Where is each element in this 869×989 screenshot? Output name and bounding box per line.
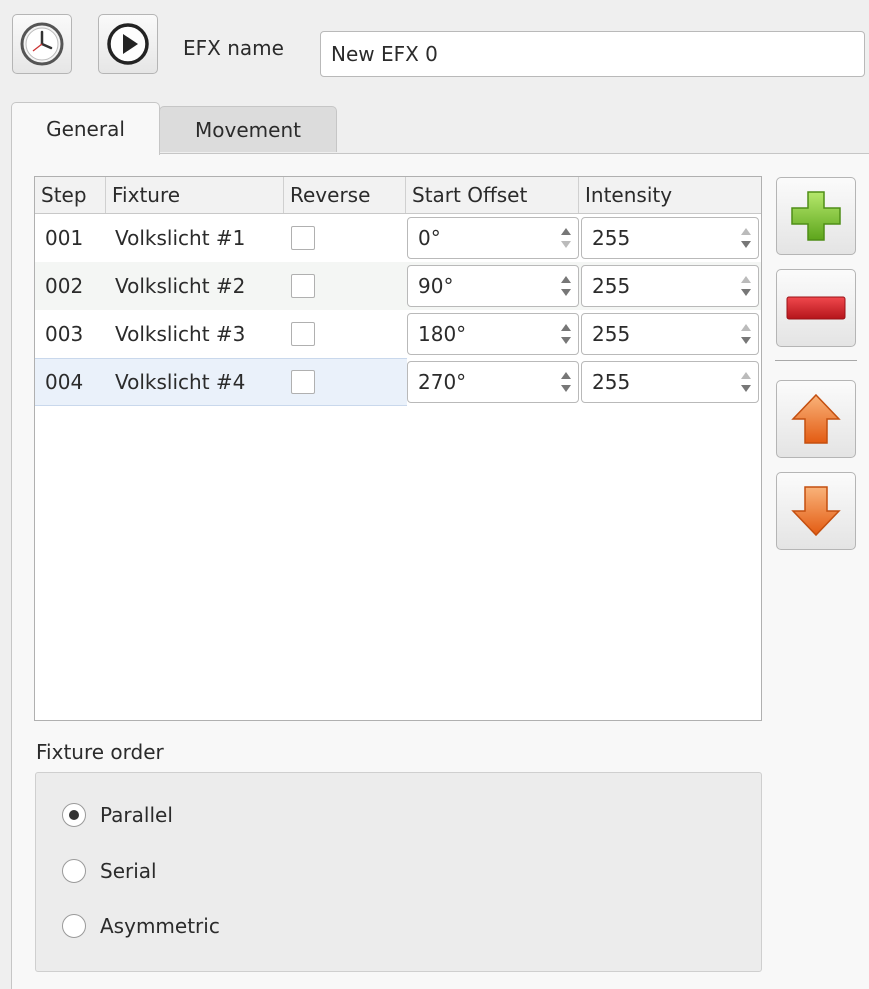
tab-movement-label: Movement <box>195 117 301 142</box>
start-offset-spinbox[interactable]: 0° <box>407 217 579 259</box>
spin-arrows-icon[interactable] <box>738 222 754 254</box>
radio-serial-label: Serial <box>100 859 157 883</box>
arrow-down-icon <box>791 486 841 537</box>
test-play-button[interactable] <box>98 14 158 74</box>
add-fixture-button[interactable] <box>776 177 856 255</box>
clock-icon <box>20 22 64 66</box>
column-header-step[interactable]: Step <box>35 177 106 213</box>
fixture-cell: Volkslicht #4 <box>115 370 246 394</box>
radio-parallel-button[interactable] <box>62 803 86 827</box>
spin-arrows-icon[interactable] <box>738 366 754 398</box>
intensity-value: 255 <box>592 274 631 298</box>
fixture-cell: Volkslicht #3 <box>115 322 246 346</box>
start-offset-value: 270° <box>418 370 467 394</box>
fixture-order-group: Parallel Serial Asymmetric <box>35 772 762 972</box>
spin-arrows-icon[interactable] <box>558 318 574 350</box>
play-icon <box>107 23 149 65</box>
step-cell: 002 <box>45 274 84 298</box>
radio-serial-button[interactable] <box>62 859 86 883</box>
reverse-checkbox[interactable] <box>291 322 315 346</box>
spin-arrows-icon[interactable] <box>558 366 574 398</box>
radio-parallel-label: Parallel <box>100 803 173 827</box>
step-cell: 003 <box>45 322 84 346</box>
intensity-spinbox[interactable]: 255 <box>581 217 759 259</box>
fixture-cell: Volkslicht #2 <box>115 274 246 298</box>
column-header-fixture[interactable]: Fixture <box>106 177 284 213</box>
step-cell: 004 <box>45 370 84 394</box>
intensity-spinbox[interactable]: 255 <box>581 313 759 355</box>
move-up-button[interactable] <box>776 380 856 458</box>
start-offset-value: 180° <box>418 322 467 346</box>
radio-selected-dot <box>69 810 79 820</box>
table-row[interactable]: 001 Volkslicht #1 0° 255 <box>35 214 761 262</box>
intensity-value: 255 <box>592 322 631 346</box>
efx-name-label: EFX name <box>183 36 284 60</box>
intensity-value: 255 <box>592 226 631 250</box>
spin-arrows-icon[interactable] <box>558 222 574 254</box>
clock-button[interactable] <box>12 14 72 74</box>
intensity-value: 255 <box>592 370 631 394</box>
arrow-up-icon <box>791 393 841 444</box>
move-down-button[interactable] <box>776 472 856 550</box>
spin-arrows-icon[interactable] <box>738 270 754 302</box>
reverse-checkbox[interactable] <box>291 274 315 298</box>
table-row[interactable]: 002 Volkslicht #2 90° 255 <box>35 262 761 310</box>
spin-arrows-icon[interactable] <box>738 318 754 350</box>
fixture-table[interactable]: Step Fixture Reverse Start Offset Intens… <box>34 176 762 721</box>
start-offset-spinbox[interactable]: 270° <box>407 361 579 403</box>
remove-fixture-button[interactable] <box>776 269 856 347</box>
add-icon <box>791 191 841 241</box>
tab-general-label: General <box>46 117 125 141</box>
fixture-order-title: Fixture order <box>36 740 164 764</box>
column-header-intensity[interactable]: Intensity <box>579 177 761 213</box>
start-offset-spinbox[interactable]: 180° <box>407 313 579 355</box>
radio-asymmetric-label: Asymmetric <box>100 914 220 938</box>
table-header: Step Fixture Reverse Start Offset Intens… <box>35 177 761 214</box>
table-row-selected[interactable]: 004 Volkslicht #4 270° 255 <box>35 358 761 406</box>
remove-icon <box>786 296 846 320</box>
tab-general[interactable]: General <box>11 102 160 155</box>
radio-asymmetric-button[interactable] <box>62 914 86 938</box>
spin-arrows-icon[interactable] <box>558 270 574 302</box>
column-header-reverse[interactable]: Reverse <box>284 177 406 213</box>
radio-serial[interactable]: Serial <box>62 859 157 883</box>
tab-movement[interactable]: Movement <box>159 106 337 152</box>
start-offset-value: 0° <box>418 226 441 250</box>
start-offset-spinbox[interactable]: 90° <box>407 265 579 307</box>
reverse-checkbox[interactable] <box>291 226 315 250</box>
start-offset-value: 90° <box>418 274 454 298</box>
step-cell: 001 <box>45 226 84 250</box>
intensity-spinbox[interactable]: 255 <box>581 265 759 307</box>
table-row[interactable]: 003 Volkslicht #3 180° 255 <box>35 310 761 358</box>
radio-parallel[interactable]: Parallel <box>62 803 173 827</box>
efx-name-input[interactable]: New EFX 0 <box>320 31 865 77</box>
intensity-spinbox[interactable]: 255 <box>581 361 759 403</box>
radio-asymmetric[interactable]: Asymmetric <box>62 914 220 938</box>
column-header-start-offset[interactable]: Start Offset <box>406 177 579 213</box>
reverse-checkbox[interactable] <box>291 370 315 394</box>
side-divider <box>775 360 857 361</box>
fixture-cell: Volkslicht #1 <box>115 226 246 250</box>
